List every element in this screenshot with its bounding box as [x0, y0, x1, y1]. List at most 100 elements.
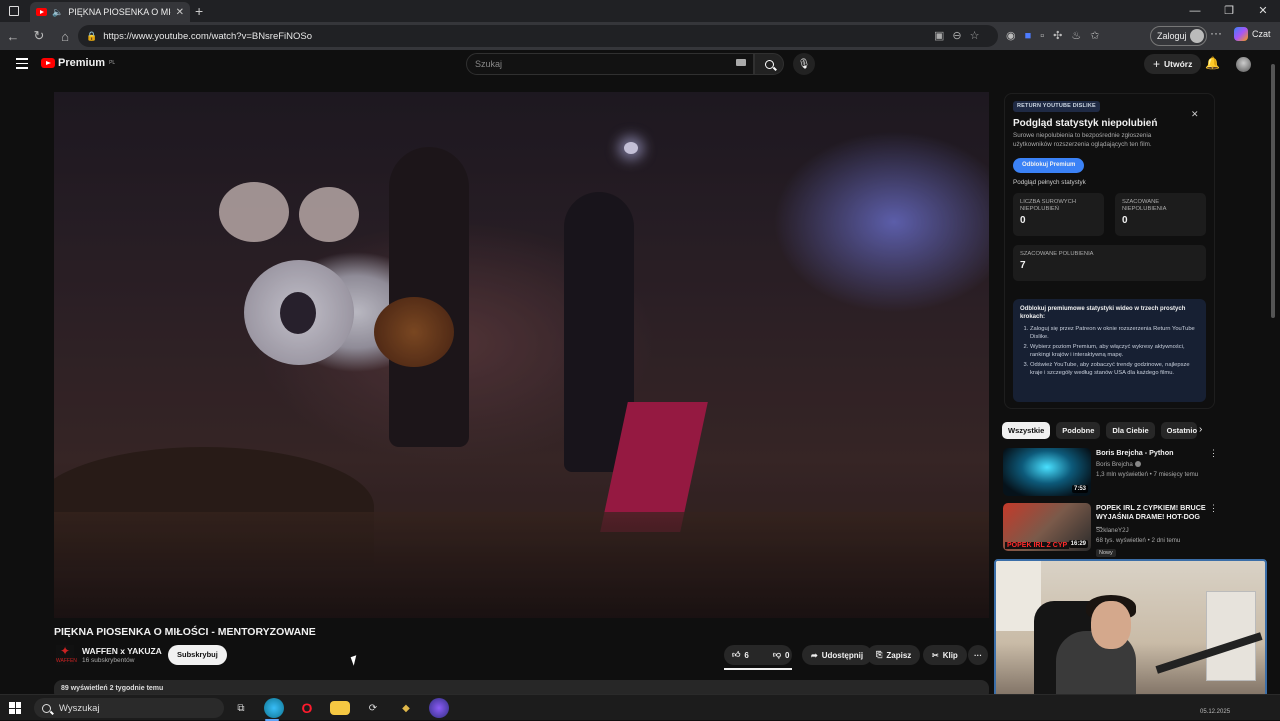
notifications-bell-icon[interactable]: 🔔	[1205, 56, 1220, 70]
thumbs-up-icon: 👍︎	[732, 650, 741, 659]
tab-title: PIĘKNA PIOSENKA O MIŁOŚ	[68, 7, 171, 17]
share-button[interactable]: ➦ Udostępnij	[802, 645, 873, 665]
extensions-puzzle-icon[interactable]: ✣	[1053, 25, 1062, 47]
performance-icon[interactable]: ♨	[1071, 25, 1081, 47]
microphone-icon: 🎙	[797, 58, 811, 70]
extension-shield-icon[interactable]: ■	[1025, 25, 1032, 47]
unlock-premium-button[interactable]: Odblokuj Premium	[1013, 158, 1085, 173]
chip-related[interactable]: Podobne	[1056, 422, 1101, 439]
stat-label: LICZBA SUROWYCH NIEPOLUBIEŃ	[1020, 199, 1077, 212]
browser-menu-icon[interactable]: ···	[1210, 26, 1222, 40]
favorite-star-icon[interactable]: ☆	[970, 25, 980, 47]
more-actions-button[interactable]: ···	[968, 645, 988, 665]
chip-recent[interactable]: Ostatnio	[1160, 422, 1197, 439]
ryd-title: Podgląd statystyk niepolubień	[1013, 118, 1158, 129]
voice-search-button[interactable]: 🎙	[793, 53, 815, 75]
chevron-right-icon[interactable]: ›	[1199, 424, 1202, 435]
keyboard-icon[interactable]	[736, 59, 746, 66]
close-window-icon[interactable]: ✕	[1246, 0, 1280, 22]
like-button[interactable]: 👍︎ 6	[724, 650, 757, 660]
create-button[interactable]: + Utwórz	[1144, 54, 1202, 74]
task-view-icon[interactable]: ⧉	[231, 698, 251, 718]
recommendation-meta: 1,3 mln wyświetleń • 7 miesięcy temu	[1096, 471, 1199, 478]
minimize-icon[interactable]: —	[1178, 0, 1212, 22]
bookmark-icon: ⎘	[876, 650, 883, 659]
lock-icon[interactable]: 🔒	[86, 31, 97, 42]
youtube-premium-logo[interactable]: Premium PL	[41, 57, 115, 69]
channel-name[interactable]: WAFFEN x YAKUZA	[82, 646, 162, 656]
edge-icon[interactable]	[264, 698, 284, 718]
browser-tab[interactable]: 🔈 PIĘKNA PIOSENKA O MIŁOŚ ✕	[30, 2, 190, 22]
search-button[interactable]	[754, 53, 784, 75]
dislike-button[interactable]: 👎︎ 0	[765, 650, 798, 660]
stat-raw-dislikes: LICZBA SUROWYCH NIEPOLUBIEŃ 0	[1013, 193, 1104, 236]
file-explorer-icon[interactable]	[330, 701, 350, 715]
subscriber-count: 16 subskrybentów	[82, 657, 135, 664]
extension-grey-icon[interactable]: ▫	[1040, 25, 1044, 47]
full-stats-link[interactable]: Podgląd pełnych statystyk	[1013, 179, 1086, 186]
url-field[interactable]: 🔒 https://www.youtube.com/watch?v=BNsreF…	[78, 25, 998, 47]
video-thumbnail[interactable]: 7:53	[1003, 448, 1091, 496]
copilot-label: Czat	[1252, 29, 1271, 39]
app-available-icon[interactable]: ▣	[934, 25, 944, 47]
profile-login-button[interactable]: Zaloguj	[1150, 26, 1207, 46]
more-vertical-icon[interactable]: ⋮	[1209, 503, 1218, 514]
recommendation-item[interactable]: POPEK IRL Z CYP 16:29 POPEK IRL Z CYPKIE…	[1003, 503, 1218, 558]
stat-value: 0	[1020, 215, 1026, 226]
account-avatar[interactable]	[1236, 57, 1251, 72]
video-title: PIĘKNA PIOSENKA O MIŁOŚCI - MENTORYZOWAN…	[54, 626, 316, 638]
search-icon	[764, 59, 774, 69]
home-icon[interactable]: ⌂	[52, 29, 78, 44]
video-thumbnail[interactable]: POPEK IRL Z CYP 16:29	[1003, 503, 1091, 551]
share-icon: ➦	[811, 650, 818, 660]
verified-icon	[1134, 461, 1141, 468]
clip-label: Klip	[942, 650, 958, 660]
recommendation-title[interactable]: POPEK IRL Z CYPKIEM! BRUCE WYJAŚNIA DRAM…	[1096, 503, 1206, 530]
favorites-icon[interactable]: ✩	[1090, 25, 1099, 47]
taskbar-search[interactable]: Wyszukaj	[34, 698, 224, 718]
window-menu-icon[interactable]	[0, 0, 28, 22]
extension-globe-icon[interactable]: ◉	[1006, 25, 1016, 47]
audio-playing-icon[interactable]: 🔈	[52, 7, 63, 18]
dislike-count: 0	[784, 650, 790, 660]
video-player[interactable]	[54, 92, 989, 618]
save-button[interactable]: ⎘ Zapisz	[867, 645, 921, 665]
restore-icon[interactable]: ❐	[1212, 0, 1246, 22]
windows-start-icon[interactable]	[9, 702, 21, 714]
app-purple-icon[interactable]	[429, 698, 449, 718]
filter-chips: Wszystkie Podobne Dla Ciebie Ostatnio	[1002, 422, 1197, 439]
app-sync-icon[interactable]: ⟳	[363, 698, 383, 718]
opera-icon[interactable]: O	[297, 698, 317, 718]
scissors-icon: ✂	[932, 650, 939, 660]
windows-taskbar: Wyszukaj ⧉ O ⟳ ◆	[0, 694, 1280, 721]
close-tab-icon[interactable]: ✕	[176, 7, 184, 18]
step-item: Odśwież YouTube, aby zobaczyć trendy god…	[1030, 362, 1199, 377]
browser-tab-bar: 🔈 PIĘKNA PIOSENKA O MIŁOŚ ✕ + — ❐ ✕	[0, 0, 1280, 22]
copilot-icon	[1234, 27, 1248, 41]
stat-estimated-likes: SZACOWANE POLUBIENIA 7	[1013, 245, 1206, 281]
profile-avatar	[1189, 29, 1204, 43]
back-icon[interactable]: ←	[0, 29, 26, 44]
chip-for-you[interactable]: Dla Ciebie	[1106, 422, 1155, 439]
reload-icon[interactable]: ↻	[26, 28, 52, 44]
zoom-icon[interactable]: ⊖	[952, 25, 961, 47]
recommendation-item[interactable]: 7:53 Boris Brejcha - Python Boris Brejch…	[1003, 448, 1218, 498]
recommendation-channel[interactable]: Boris Brejcha	[1096, 461, 1141, 468]
chip-all[interactable]: Wszystkie	[1002, 422, 1051, 439]
copilot-button[interactable]: Czat	[1234, 27, 1271, 41]
new-tab-icon[interactable]: +	[195, 3, 203, 19]
app-green-icon[interactable]: ◆	[396, 698, 416, 718]
subscribe-button[interactable]: Subskrybuj	[168, 645, 227, 665]
clip-button[interactable]: ✂ Klip	[923, 645, 967, 665]
recommendation-title[interactable]: Boris Brejcha - Python	[1096, 448, 1206, 457]
channel-avatar[interactable]: ✦ WAFFEN	[56, 645, 77, 665]
hamburger-menu-icon[interactable]	[16, 58, 28, 72]
search-input[interactable]: Szukaj	[466, 53, 754, 75]
stat-estimated-dislikes: SZACOWANE NIEPOLUBIENIA 0	[1115, 193, 1206, 236]
thumbnail-text: POPEK IRL Z CYP	[1005, 542, 1070, 549]
recommendation-channel[interactable]: SzklaneY2J	[1096, 527, 1129, 534]
more-horizontal-icon: ···	[974, 650, 982, 660]
close-icon[interactable]: ✕	[1191, 109, 1199, 120]
page-scrollbar[interactable]	[1271, 64, 1275, 318]
more-vertical-icon[interactable]: ⋮	[1209, 448, 1218, 459]
